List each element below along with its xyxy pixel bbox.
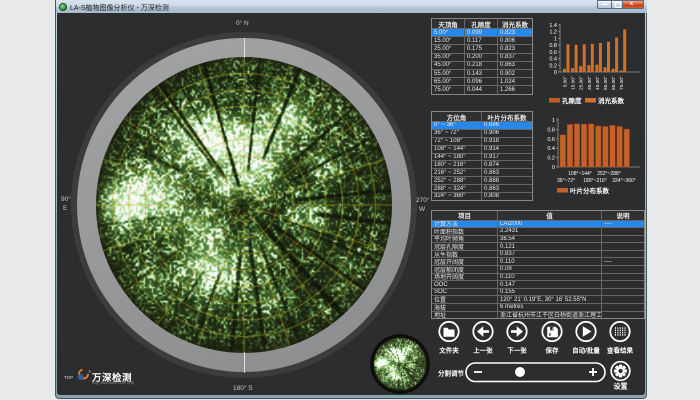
svg-text:0.8: 0.8 (549, 43, 557, 49)
svg-text:15.00°: 15.00° (571, 76, 577, 90)
svg-text:保存: 保存 (545, 346, 560, 355)
svg-text:0.2: 0.2 (547, 156, 555, 162)
svg-text:自动/批量: 自动/批量 (572, 346, 600, 355)
svg-text:25.00°: 25.00° (579, 76, 585, 90)
svg-text:上一张: 上一张 (473, 346, 493, 355)
svg-text:1: 1 (554, 36, 557, 42)
svg-text:36°~72°: 36°~72° (557, 178, 575, 184)
svg-text:65.00°: 65.00° (611, 76, 617, 90)
svg-text:5.00°: 5.00° (563, 76, 569, 87)
svg-text:®: ® (89, 370, 92, 374)
svg-text:180°~216°: 180°~216° (583, 178, 607, 184)
svg-text:1.2: 1.2 (549, 30, 557, 36)
svg-text:45.00°: 45.00° (595, 76, 601, 90)
svg-text:0.6: 0.6 (547, 137, 555, 143)
svg-text:0.4: 0.4 (549, 57, 557, 63)
svg-text:0.6: 0.6 (549, 50, 557, 56)
svg-text:文件夹: 文件夹 (438, 346, 459, 355)
svg-text:35.00°: 35.00° (587, 76, 593, 90)
svg-text:下一张: 下一张 (507, 346, 527, 355)
svg-text:0.8: 0.8 (547, 127, 555, 133)
svg-text:消光系数: 消光系数 (598, 96, 625, 105)
svg-text:分割调节: 分割调节 (438, 369, 465, 378)
svg-text:1: 1 (552, 118, 555, 124)
svg-text:0: 0 (554, 70, 557, 76)
svg-text:75.00°: 75.00° (619, 76, 625, 90)
svg-text:108°~144°: 108°~144° (568, 171, 592, 177)
svg-text:324°~360°: 324°~360° (612, 178, 636, 184)
svg-text:查看结果: 查看结果 (607, 346, 634, 355)
svg-text:55.00°: 55.00° (603, 76, 609, 90)
svg-text:设置: 设置 (614, 382, 628, 391)
svg-text:1.4: 1.4 (549, 23, 557, 29)
svg-text:0: 0 (552, 165, 555, 171)
svg-text:TOP: TOP (64, 375, 73, 380)
svg-text:252°~288°: 252°~288° (597, 171, 621, 177)
svg-text:0.2: 0.2 (549, 63, 557, 69)
svg-text:0.4: 0.4 (547, 146, 555, 152)
svg-text:叶片分布系数: 叶片分布系数 (570, 186, 610, 195)
svg-text:孔隙度: 孔隙度 (562, 96, 582, 105)
